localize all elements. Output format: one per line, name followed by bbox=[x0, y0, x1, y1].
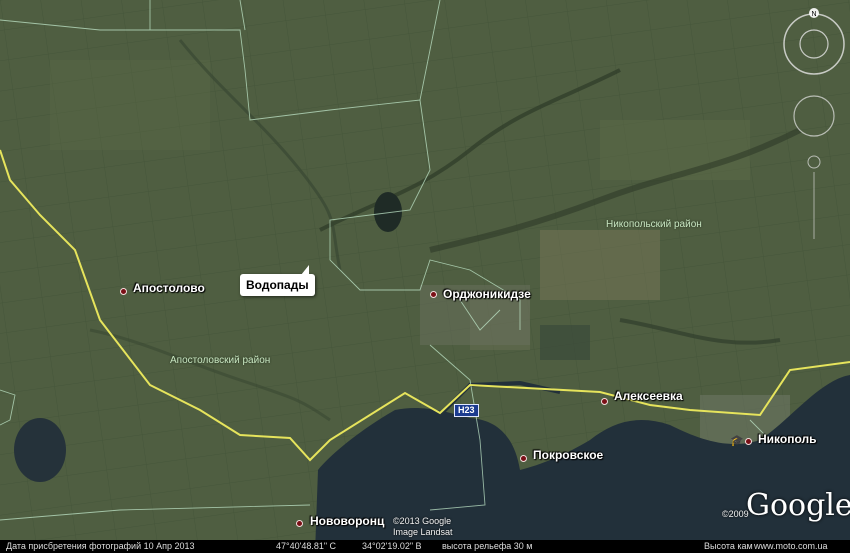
compass-ring[interactable]: N bbox=[783, 8, 845, 75]
place-marker-icon bbox=[520, 455, 527, 462]
school-icon: 🎓 bbox=[730, 435, 744, 447]
longitude-readout: 34°02'19.02" В bbox=[362, 541, 422, 551]
copyright-2009: ©2009 bbox=[722, 509, 749, 519]
elevation-readout: высота рельефа 30 м bbox=[442, 541, 533, 551]
satellite-imagery bbox=[0, 0, 850, 553]
road-shield: H23 bbox=[454, 404, 479, 417]
map-view[interactable]: N Никопольский район Апостоловский район… bbox=[0, 0, 850, 553]
place-label: Алексеевка bbox=[614, 389, 683, 403]
place-marker-icon bbox=[745, 438, 752, 445]
place-marker-icon bbox=[296, 520, 303, 527]
place-label: Никополь bbox=[758, 432, 817, 446]
latitude-readout: 47°40'48.81" С bbox=[276, 541, 337, 551]
watermark: www.moto.com.ua bbox=[754, 541, 828, 551]
district-label-nikopolsky: Никопольский район bbox=[606, 219, 702, 230]
waterfalls-callout[interactable]: Водопады bbox=[240, 265, 315, 296]
place-label: Апостолово bbox=[133, 281, 205, 295]
copyright-landsat: Image Landsat bbox=[393, 527, 453, 537]
status-bar: Дата присбретения фотографий 10 Апр 2013… bbox=[0, 540, 850, 553]
copyright-google: ©2013 Google bbox=[393, 516, 452, 526]
svg-text:N: N bbox=[811, 11, 816, 18]
zoom-slider[interactable] bbox=[807, 155, 821, 239]
navigation-controls[interactable]: N bbox=[780, 4, 845, 244]
look-joystick[interactable] bbox=[793, 95, 835, 137]
eye-altitude-readout: Высота кам bbox=[704, 541, 753, 551]
place-label: Орджоникидзе bbox=[443, 287, 531, 301]
place-label: Нововоронц bbox=[310, 514, 385, 528]
place-marker-icon bbox=[601, 398, 608, 405]
place-label: Покровское bbox=[533, 448, 604, 462]
place-marker-icon bbox=[120, 288, 127, 295]
place-marker-icon bbox=[430, 291, 437, 298]
district-label-apostolovsky: Апостоловский район bbox=[170, 355, 271, 366]
google-logo: Google bbox=[746, 488, 850, 523]
imagery-date: Дата присбретения фотографий 10 Апр 2013 bbox=[6, 541, 195, 551]
